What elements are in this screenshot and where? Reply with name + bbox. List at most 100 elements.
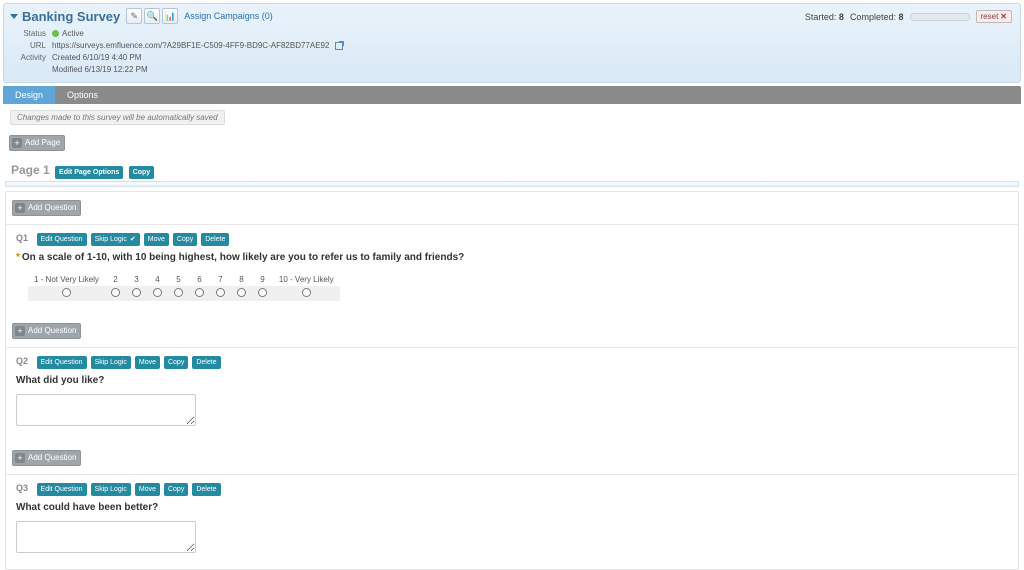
completed-label: Completed: [850,12,896,22]
question-block-q1: Q1 Edit Question Skip Logic✔ Move Copy D… [6,224,1018,315]
question-text: What could have been better? [16,502,1008,513]
started-label: Started: [805,12,837,22]
add-question-button[interactable]: + Add Question [12,450,81,466]
edit-page-options-button[interactable]: Edit Page Options [55,166,123,179]
delete-question-button[interactable]: Delete [201,233,229,246]
started-value: 8 [839,12,844,22]
skip-logic-button[interactable]: Skip Logic [91,483,131,496]
answer-textarea-q3[interactable] [16,521,196,553]
add-question-before-q2: + Add Question [6,315,1018,347]
page-bar [5,181,1019,187]
copy-question-button[interactable]: Copy [164,483,188,496]
activity-label: Activity [10,52,52,76]
scale-radio-10[interactable] [302,288,311,297]
question-number: Q3 [16,483,28,493]
plus-icon: + [15,203,25,213]
tab-design[interactable]: Design [3,86,55,104]
url-label: URL [10,40,52,52]
scale-radio-6[interactable] [195,288,204,297]
completed-value: 8 [898,12,903,22]
add-question-label: Add Question [28,325,76,337]
question-block-q2: Q2 Edit Question Skip Logic Move Copy De… [6,347,1018,442]
scale-radio-8[interactable] [237,288,246,297]
question-number: Q1 [16,233,28,243]
scale-radio-4[interactable] [153,288,162,297]
scale-radio-9[interactable] [258,288,267,297]
status-active-icon [52,30,59,37]
copy-page-button[interactable]: Copy [129,166,155,179]
scale-radio-5[interactable] [174,288,183,297]
completed-stat: Completed: 8 [850,12,904,22]
required-star-icon: * [16,252,20,263]
delete-question-button[interactable]: Delete [192,483,220,496]
add-question-before-q3: + Add Question [6,442,1018,474]
page-header: Page 1 Edit Page Options Copy [11,163,1021,179]
scale-label-row: 1 - Not Very Likely 2 3 4 5 6 7 8 9 10 -… [28,273,340,286]
move-question-button[interactable]: Move [144,233,169,246]
scale-label: 7 [210,273,231,286]
tab-bar: Design Options [3,86,1021,104]
assign-campaigns-link[interactable]: Assign Campaigns (0) [184,11,273,21]
survey-title: Banking Survey [22,9,120,24]
page-label: Page 1 [11,163,50,177]
edit-question-button[interactable]: Edit Question [37,483,87,496]
edit-icon[interactable]: ✎ [126,8,142,24]
answer-textarea-q2[interactable] [16,394,196,426]
plus-icon: + [12,138,22,148]
scale-label: 3 [126,273,147,286]
external-link-icon[interactable] [335,42,343,50]
url-value: https://surveys.emfluence.com/?A29BF1E-C… [52,40,343,52]
question-number: Q2 [16,356,28,366]
scale-label: 9 [252,273,273,286]
plus-icon: + [15,326,25,336]
edit-question-button[interactable]: Edit Question [37,233,87,246]
copy-question-button[interactable]: Copy [173,233,197,246]
close-icon: ✕ [1000,12,1007,21]
chart-icon[interactable]: 📊 [162,8,178,24]
add-page-label: Add Page [25,137,60,149]
scale-label: 2 [105,273,126,286]
scale-label: 6 [189,273,210,286]
progress-bar [910,13,970,21]
plus-icon: + [15,453,25,463]
skip-logic-button[interactable]: Skip Logic✔ [91,233,140,246]
scale-label: 1 - Not Very Likely [28,273,105,286]
scale-radio-3[interactable] [132,288,141,297]
copy-question-button[interactable]: Copy [164,356,188,369]
add-question-button[interactable]: + Add Question [12,200,81,216]
scale-radio-7[interactable] [216,288,225,297]
skip-logic-button[interactable]: Skip Logic [91,356,131,369]
survey-header: Banking Survey ✎ 🔍 📊 Assign Campaigns (0… [3,3,1021,83]
header-meta: Status Active URL https://surveys.emflue… [10,28,1014,76]
collapse-toggle-icon[interactable] [10,14,18,19]
scale-label: 4 [147,273,168,286]
design-content: + Add Page Page 1 Edit Page Options Copy… [3,131,1021,570]
activity-value: Created 6/10/19 4:40 PM Modified 6/13/19… [52,52,148,76]
scale-radio-1[interactable] [62,288,71,297]
likert-scale: 1 - Not Very Likely 2 3 4 5 6 7 8 9 10 -… [28,273,1008,301]
edit-question-button[interactable]: Edit Question [37,356,87,369]
questions-area: + Add Question Q1 Edit Question Skip Log… [5,191,1019,570]
status-value: Active [52,28,84,40]
reset-button[interactable]: reset✕ [976,10,1013,23]
scale-label: 8 [231,273,252,286]
check-icon: ✔ [130,234,136,245]
status-label: Status [10,28,52,40]
move-question-button[interactable]: Move [135,483,160,496]
add-question-button[interactable]: + Add Question [12,323,81,339]
scale-label: 10 - Very Likely [273,273,340,286]
scale-radio-2[interactable] [111,288,120,297]
autosave-note: Changes made to this survey will be auto… [10,110,225,125]
question-block-q3: Q3 Edit Question Skip Logic Move Copy De… [6,474,1018,569]
header-stats: Started: 8 Completed: 8 reset✕ [805,10,1012,23]
scale-label: 5 [168,273,189,286]
delete-question-button[interactable]: Delete [192,356,220,369]
add-page-button[interactable]: + Add Page [9,135,65,151]
question-text: What did you like? [16,375,1008,386]
tab-options[interactable]: Options [55,86,110,104]
move-question-button[interactable]: Move [135,356,160,369]
add-question-label: Add Question [28,202,76,214]
search-icon[interactable]: 🔍 [144,8,160,24]
reset-label: reset [981,12,999,21]
started-stat: Started: 8 [805,12,844,22]
